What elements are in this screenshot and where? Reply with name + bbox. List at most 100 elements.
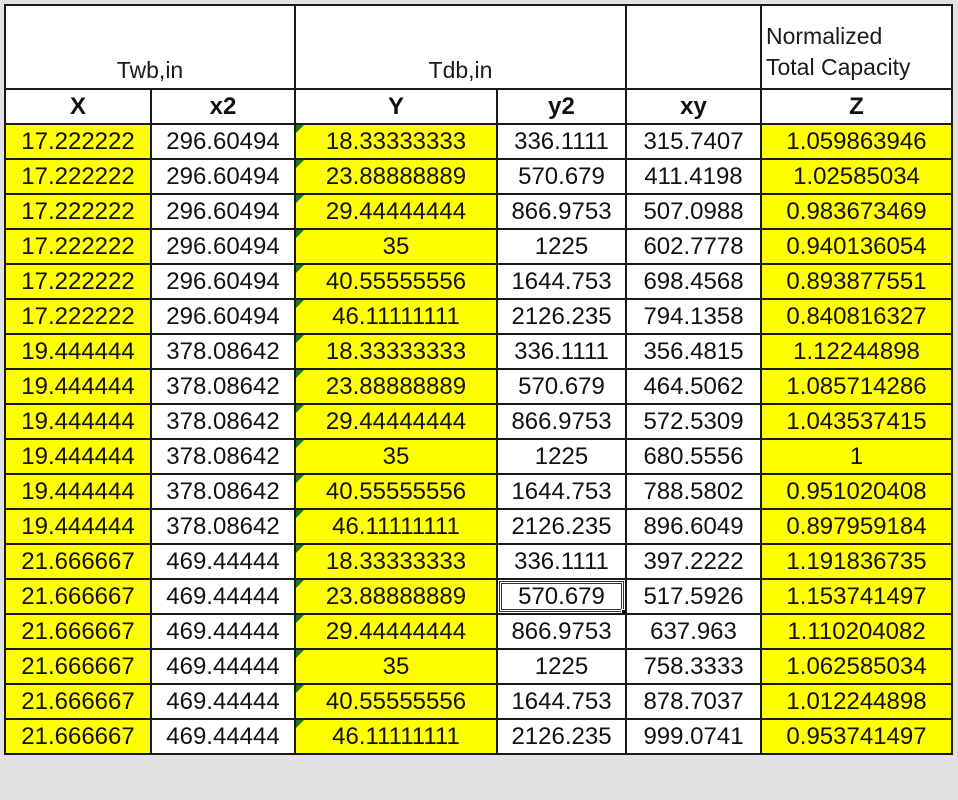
- cell-y2[interactable]: 1225: [496, 648, 627, 685]
- cell-y[interactable]: 29.44444444: [294, 613, 498, 650]
- cell-y2[interactable]: 1225: [496, 438, 627, 475]
- cell-y2[interactable]: 570.679: [496, 368, 627, 405]
- cell-x2[interactable]: 296.60494: [150, 123, 296, 160]
- error-indicator-icon[interactable]: [297, 126, 304, 133]
- cell-y2[interactable]: 1644.753: [496, 263, 627, 300]
- cell-z[interactable]: 0.940136054: [760, 228, 953, 265]
- cell-y[interactable]: 40.55555556: [294, 473, 498, 510]
- cell-xy[interactable]: 758.3333: [625, 648, 762, 685]
- cell-y[interactable]: 35: [294, 648, 498, 685]
- cell-xy[interactable]: 999.0741: [625, 718, 762, 755]
- cell-z[interactable]: 0.983673469: [760, 193, 953, 230]
- cell-x[interactable]: 19.444444: [4, 508, 152, 545]
- cell-x[interactable]: 17.222222: [4, 228, 152, 265]
- group-header-tdb[interactable]: Tdb,in: [294, 4, 627, 90]
- cell-xy[interactable]: 397.2222: [625, 543, 762, 580]
- cell-x[interactable]: 19.444444: [4, 333, 152, 370]
- error-indicator-icon[interactable]: [297, 511, 304, 518]
- cell-y[interactable]: 18.33333333: [294, 123, 498, 160]
- error-indicator-icon[interactable]: [297, 581, 304, 588]
- cell-z[interactable]: 1.153741497: [760, 578, 953, 615]
- cell-y2[interactable]: 336.1111: [496, 333, 627, 370]
- cell-x[interactable]: 21.666667: [4, 683, 152, 720]
- cell-x[interactable]: 21.666667: [4, 613, 152, 650]
- cell-x[interactable]: 17.222222: [4, 193, 152, 230]
- cell-x[interactable]: 21.666667: [4, 543, 152, 580]
- cell-x2[interactable]: 378.08642: [150, 508, 296, 545]
- error-indicator-icon[interactable]: [297, 616, 304, 623]
- cell-y2[interactable]: 2126.235: [496, 718, 627, 755]
- cell-z[interactable]: 1.085714286: [760, 368, 953, 405]
- cell-y2[interactable]: 336.1111: [496, 543, 627, 580]
- cell-x[interactable]: 21.666667: [4, 718, 152, 755]
- cell-x2[interactable]: 378.08642: [150, 368, 296, 405]
- cell-x2[interactable]: 296.60494: [150, 228, 296, 265]
- cell-xy[interactable]: 680.5556: [625, 438, 762, 475]
- cell-y[interactable]: 29.44444444: [294, 403, 498, 440]
- cell-x[interactable]: 19.444444: [4, 403, 152, 440]
- error-indicator-icon[interactable]: [297, 371, 304, 378]
- cell-z[interactable]: 1: [760, 438, 953, 475]
- cell-z[interactable]: 1.043537415: [760, 403, 953, 440]
- cell-xy[interactable]: 602.7778: [625, 228, 762, 265]
- cell-x2[interactable]: 469.44444: [150, 683, 296, 720]
- cell-xy[interactable]: 788.5802: [625, 473, 762, 510]
- cell-z[interactable]: 0.953741497: [760, 718, 953, 755]
- cell-z[interactable]: 0.840816327: [760, 298, 953, 335]
- error-indicator-icon[interactable]: [297, 651, 304, 658]
- group-header-twb[interactable]: Twb,in: [4, 4, 296, 90]
- cell-xy[interactable]: 464.5062: [625, 368, 762, 405]
- cell-y2[interactable]: 336.1111: [496, 123, 627, 160]
- cell-y2[interactable]: 866.9753: [496, 613, 627, 650]
- cell-y2[interactable]: 570.679: [496, 158, 627, 195]
- cell-x2[interactable]: 296.60494: [150, 263, 296, 300]
- error-indicator-icon[interactable]: [297, 301, 304, 308]
- error-indicator-icon[interactable]: [297, 546, 304, 553]
- cell-xy[interactable]: 315.7407: [625, 123, 762, 160]
- cell-y[interactable]: 18.33333333: [294, 333, 498, 370]
- cell-y2[interactable]: 1644.753: [496, 683, 627, 720]
- cell-y2[interactable]: 1644.753: [496, 473, 627, 510]
- cell-y[interactable]: 46.11111111: [294, 508, 498, 545]
- cell-xy[interactable]: 896.6049: [625, 508, 762, 545]
- error-indicator-icon[interactable]: [297, 196, 304, 203]
- error-indicator-icon[interactable]: [297, 686, 304, 693]
- cell-y[interactable]: 23.88888889: [294, 578, 498, 615]
- cell-z[interactable]: 0.897959184: [760, 508, 953, 545]
- error-indicator-icon[interactable]: [297, 476, 304, 483]
- cell-x2[interactable]: 469.44444: [150, 648, 296, 685]
- column-header-y[interactable]: Y: [294, 88, 498, 125]
- cell-xy[interactable]: 637.963: [625, 613, 762, 650]
- cell-z[interactable]: 1.12244898: [760, 333, 953, 370]
- cell-y[interactable]: 35: [294, 438, 498, 475]
- cell-xy[interactable]: 517.5926: [625, 578, 762, 615]
- cell-x[interactable]: 19.444444: [4, 473, 152, 510]
- cell-xy[interactable]: 572.5309: [625, 403, 762, 440]
- cell-xy[interactable]: 356.4815: [625, 333, 762, 370]
- cell-y[interactable]: 35: [294, 228, 498, 265]
- cell-z[interactable]: 1.012244898: [760, 683, 953, 720]
- cell-x2[interactable]: 469.44444: [150, 578, 296, 615]
- group-header-normalized[interactable]: Normalized Total Capacity: [760, 4, 953, 90]
- cell-x[interactable]: 21.666667: [4, 648, 152, 685]
- cell-z[interactable]: 1.062585034: [760, 648, 953, 685]
- column-header-xy[interactable]: xy: [625, 88, 762, 125]
- error-indicator-icon[interactable]: [297, 406, 304, 413]
- cell-y[interactable]: 23.88888889: [294, 368, 498, 405]
- cell-x2[interactable]: 296.60494: [150, 158, 296, 195]
- cell-y2[interactable]: 866.9753: [496, 193, 627, 230]
- cell-x[interactable]: 17.222222: [4, 298, 152, 335]
- cell-xy[interactable]: 698.4568: [625, 263, 762, 300]
- cell-y[interactable]: 40.55555556: [294, 683, 498, 720]
- cell-z[interactable]: 1.059863946: [760, 123, 953, 160]
- error-indicator-icon[interactable]: [297, 231, 304, 238]
- cell-x[interactable]: 19.444444: [4, 368, 152, 405]
- error-indicator-icon[interactable]: [297, 161, 304, 168]
- cell-x[interactable]: 17.222222: [4, 123, 152, 160]
- cell-y[interactable]: 46.11111111: [294, 718, 498, 755]
- cell-x2[interactable]: 378.08642: [150, 403, 296, 440]
- cell-x2[interactable]: 378.08642: [150, 333, 296, 370]
- column-header-y2[interactable]: y2: [496, 88, 627, 125]
- cell-z[interactable]: 1.110204082: [760, 613, 953, 650]
- column-header-x[interactable]: X: [4, 88, 152, 125]
